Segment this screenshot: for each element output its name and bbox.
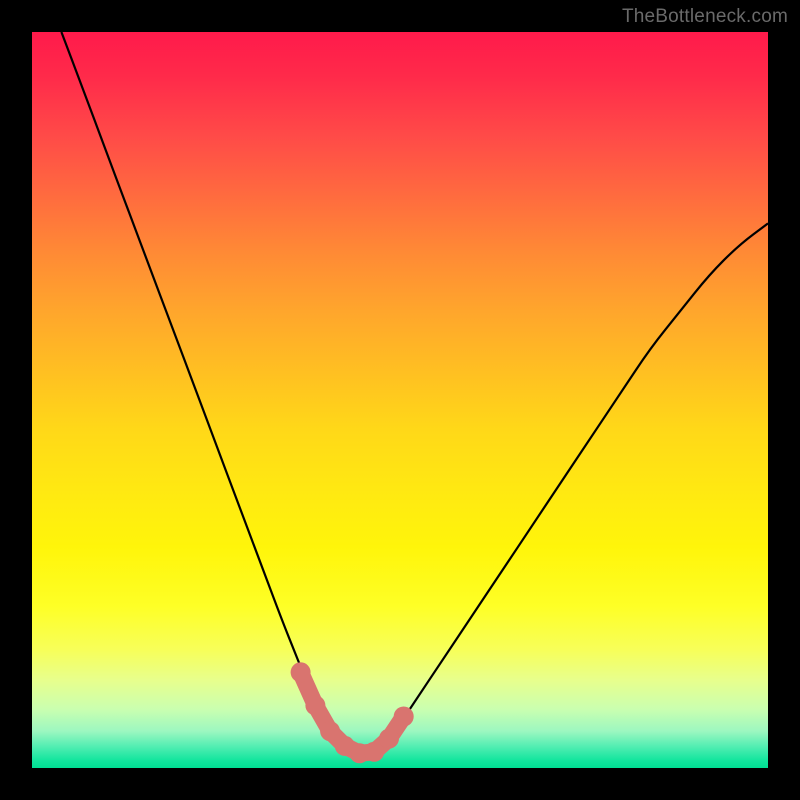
marker-dot: [305, 695, 325, 715]
chart-frame: TheBottleneck.com: [0, 0, 800, 800]
marker-dot: [394, 707, 414, 727]
bottleneck-curve: [61, 32, 768, 753]
marker-dot: [379, 729, 399, 749]
curve-line: [61, 32, 768, 753]
marker-dot: [320, 721, 340, 741]
watermark-text: TheBottleneck.com: [622, 6, 788, 28]
chart-svg: [32, 32, 768, 768]
highlighted-minimum: [291, 662, 414, 763]
marker-dot: [291, 662, 311, 682]
plot-area: [32, 32, 768, 768]
